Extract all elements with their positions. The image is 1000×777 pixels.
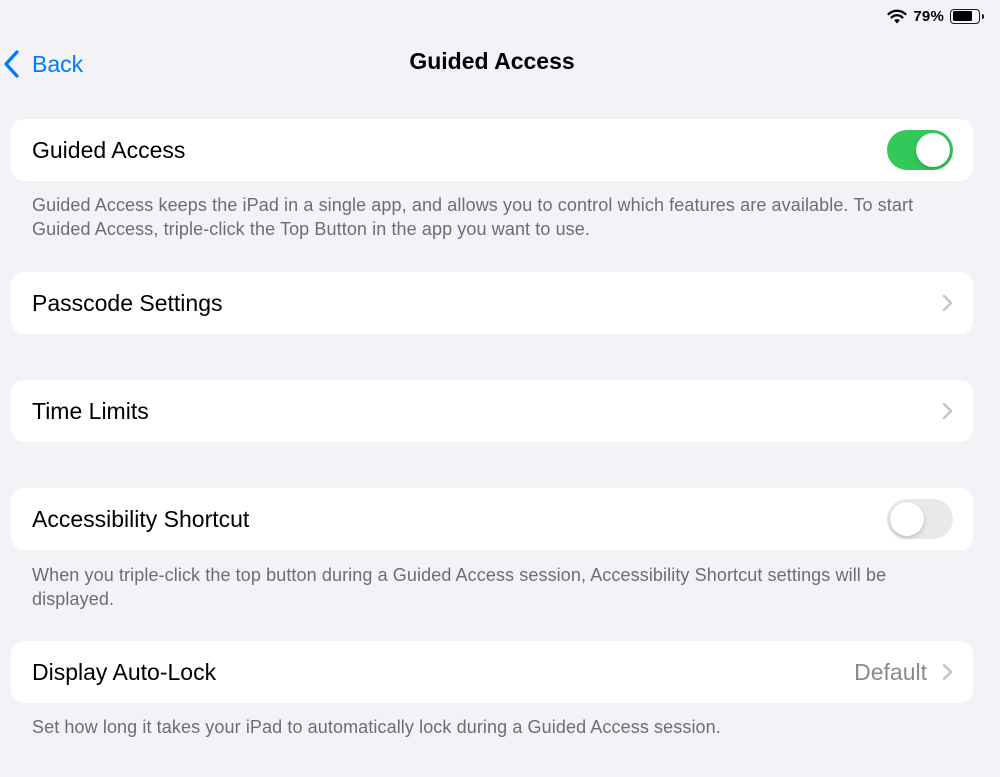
chevron-right-icon [942, 663, 953, 681]
wifi-icon [887, 9, 907, 24]
guided-access-toggle[interactable] [887, 130, 953, 170]
chevron-right-icon [942, 402, 953, 420]
settings-screen: 79% Back Guided Access Guided Access Gui… [0, 0, 1000, 777]
navigation-bar: Back Guided Access [0, 38, 1000, 88]
passcode-settings-row[interactable]: Passcode Settings [11, 272, 973, 334]
guided-access-row: Guided Access [11, 119, 973, 181]
time-limits-label: Time Limits [32, 397, 149, 424]
battery-icon [950, 8, 984, 24]
accessibility-shortcut-label: Accessibility Shortcut [32, 505, 250, 532]
battery-nub [981, 13, 984, 19]
guided-access-footer: Guided Access keeps the iPad in a single… [32, 195, 914, 239]
chevron-right-icon [942, 294, 953, 312]
status-bar: 79% [887, 4, 984, 28]
page-title: Guided Access [409, 48, 575, 74]
guided-access-label: Guided Access [32, 136, 186, 163]
accessibility-shortcut-row: Accessibility Shortcut [11, 488, 973, 550]
passcode-settings-label: Passcode Settings [32, 289, 223, 316]
time-limits-row[interactable]: Time Limits [11, 380, 973, 442]
toggle-knob [890, 502, 924, 536]
battery-percent: 79% [913, 7, 944, 25]
accessibility-shortcut-footer: When you triple-click the top button dur… [32, 565, 887, 609]
battery-fill [952, 11, 973, 21]
display-auto-lock-trailing: Default [854, 659, 953, 686]
display-auto-lock-row[interactable]: Display Auto-Lock Default [11, 641, 973, 703]
toggle-knob [916, 133, 950, 167]
display-auto-lock-label: Display Auto-Lock [32, 658, 217, 685]
accessibility-shortcut-toggle[interactable] [887, 499, 953, 539]
display-auto-lock-value: Default [854, 658, 927, 685]
display-auto-lock-footer: Set how long it takes your iPad to autom… [32, 717, 721, 737]
